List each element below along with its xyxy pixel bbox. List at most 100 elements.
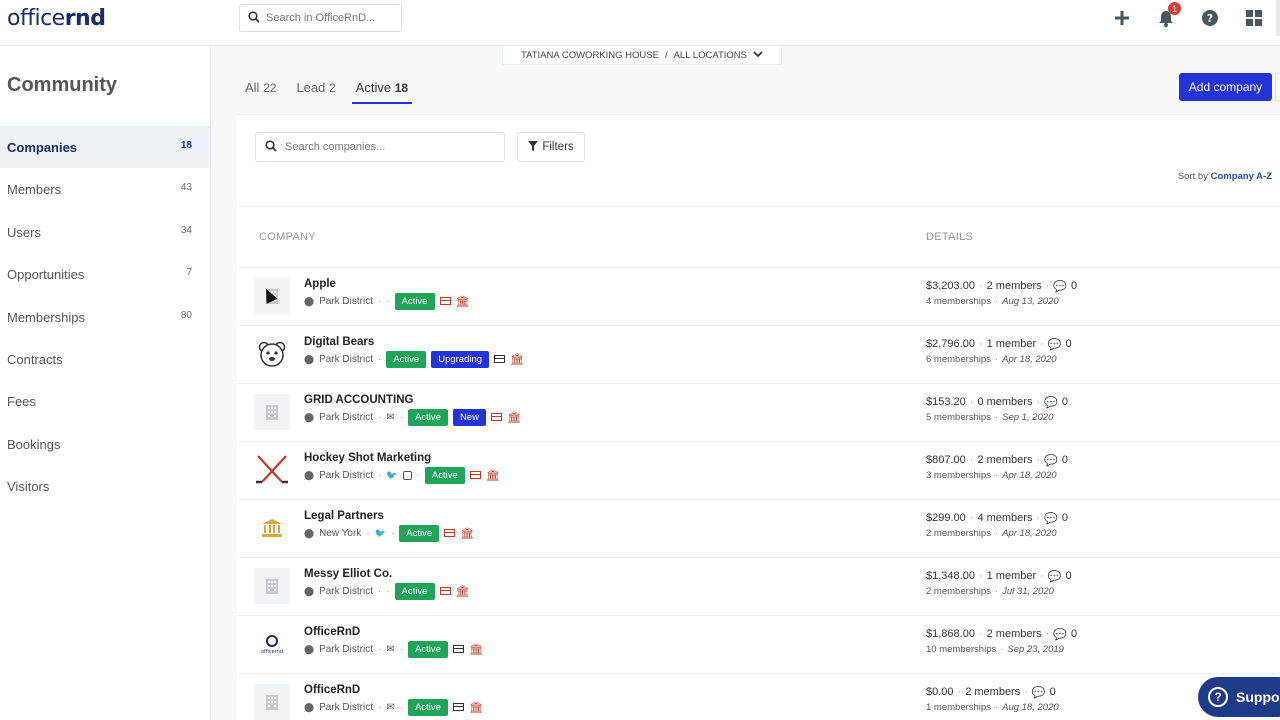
bell-icon[interactable]: 1 bbox=[1144, 0, 1188, 36]
company-name[interactable]: GRID ACCOUNTING bbox=[304, 394, 413, 406]
separator-dot: · bbox=[399, 701, 404, 713]
bear-logo-icon bbox=[254, 336, 290, 372]
map-pin-icon: ⬤ bbox=[304, 585, 315, 596]
companies-search-input[interactable] bbox=[285, 141, 485, 153]
sidebar-item-memberships[interactable]: Memberships 80 bbox=[0, 296, 210, 338]
column-header-details: DETAILS bbox=[926, 231, 974, 243]
courthouse-logo-icon bbox=[254, 510, 290, 546]
bank-icon: 🏛 bbox=[510, 353, 525, 366]
credit-card-icon bbox=[439, 297, 451, 305]
sidebar-item-companies[interactable]: Companies 18 bbox=[0, 126, 210, 168]
column-header-company[interactable]: COMPANY bbox=[259, 231, 316, 243]
company-meta: ⬤ Park District · · Active 🏛 bbox=[304, 582, 470, 600]
company-members[interactable]: 4 members bbox=[977, 512, 1032, 525]
comments-icon: 💬 bbox=[1053, 629, 1068, 641]
company-name[interactable]: Legal Partners bbox=[304, 510, 384, 522]
email-icon[interactable]: ✉ bbox=[386, 412, 394, 423]
table-row[interactable]: OfficeRnD ⬤ Park District · ✉ · Active 🏛… bbox=[237, 673, 1280, 720]
email-icon[interactable]: ✉ bbox=[386, 644, 394, 655]
location-separator: / bbox=[664, 49, 668, 61]
table-row[interactable]: GRID ACCOUNTING ⬤ Park District · ✉ · Ac… bbox=[237, 383, 1280, 441]
company-subdetails: 4 memberships · Aug 13, 2020 bbox=[926, 296, 1059, 307]
bank-icon: 🏛 bbox=[455, 295, 470, 308]
company-name[interactable]: Digital Bears bbox=[304, 336, 374, 348]
company-name[interactable]: OfficeRnD bbox=[304, 626, 360, 638]
tab-lead[interactable]: Lead 2 bbox=[296, 80, 335, 104]
company-members[interactable]: 2 members bbox=[977, 454, 1032, 467]
comments-icon: 💬 bbox=[1047, 339, 1062, 351]
location-coworking: TATIANA COWORKING HOUSE bbox=[521, 49, 659, 61]
top-bar: officernd 1 ? bbox=[0, 0, 1280, 46]
tab-label: Active bbox=[355, 80, 392, 95]
tab-count: 22 bbox=[263, 81, 277, 95]
sidebar: Community Companies 18 Members 43 Users … bbox=[0, 46, 211, 720]
sidebar-item-users[interactable]: Users 34 bbox=[0, 211, 210, 253]
sidebar-item-opportunities[interactable]: Opportunities 7 bbox=[0, 253, 210, 295]
sidebar-item-label: Members bbox=[7, 181, 62, 197]
company-members[interactable]: 2 members bbox=[987, 280, 1042, 293]
company-members[interactable]: 1 member bbox=[987, 338, 1037, 351]
table-row[interactable]: Apple ⬤ Park District · · Active 🏛 $3,20… bbox=[237, 267, 1280, 325]
chevron-down-icon bbox=[753, 50, 763, 61]
table-row[interactable]: Hockey Shot Marketing ⬤ Park District · … bbox=[237, 441, 1280, 499]
filters-button[interactable]: Filters bbox=[517, 132, 585, 162]
officernd-logo[interactable]: officernd bbox=[7, 6, 106, 31]
company-amount: $1,868.00 bbox=[926, 628, 975, 640]
company-details: $153.20 · 0 members · 💬 0 bbox=[926, 396, 1068, 409]
company-members[interactable]: 2 members bbox=[987, 628, 1042, 641]
company-name[interactable]: Messy Elliot Co. bbox=[304, 568, 392, 580]
tab-all[interactable]: All 22 bbox=[245, 80, 276, 104]
comments-icon: 💬 bbox=[1044, 455, 1058, 467]
instagram-icon[interactable] bbox=[402, 470, 412, 480]
company-name[interactable]: OfficeRnD bbox=[304, 684, 360, 696]
companies-search[interactable] bbox=[255, 132, 505, 162]
twitter-icon[interactable]: 🐦 bbox=[386, 470, 397, 481]
twitter-icon[interactable]: 🐦 bbox=[375, 528, 386, 539]
company-meta: ⬤ Park District · ✉ · Active 🏛 bbox=[304, 698, 483, 716]
table-row[interactable]: officernd OfficeRnD ⬤ Park District · ✉ … bbox=[237, 615, 1280, 673]
tab-active[interactable]: Active 18 bbox=[351, 80, 413, 104]
location-scope: ALL LOCATIONS bbox=[673, 49, 747, 61]
table-row[interactable]: Digital Bears ⬤ Park District · Active U… bbox=[237, 325, 1280, 383]
plus-icon[interactable] bbox=[1100, 0, 1144, 36]
credit-card-icon bbox=[439, 587, 451, 595]
sidebar-item-label: Visitors bbox=[7, 478, 50, 494]
location-selector[interactable]: TATIANA COWORKING HOUSE / ALL LOCATIONS bbox=[502, 46, 782, 65]
filters-label: Filters bbox=[542, 141, 574, 153]
company-details: $299.00 · 4 members · 💬 0 bbox=[926, 512, 1068, 525]
sidebar-item-bookings[interactable]: Bookings bbox=[0, 423, 210, 465]
company-details: $0.00 · 2 members · 💬 0 bbox=[926, 686, 1056, 699]
sort-value[interactable]: Company A-Z bbox=[1211, 171, 1272, 182]
bank-icon: 🏛 bbox=[506, 411, 521, 424]
apps-grid-icon[interactable] bbox=[1232, 0, 1276, 36]
company-members[interactable]: 0 members bbox=[977, 396, 1032, 409]
table-row[interactable]: Messy Elliot Co. ⬤ Park District · · Act… bbox=[237, 557, 1280, 615]
company-memberships: 6 memberships bbox=[926, 354, 991, 365]
global-search-input[interactable] bbox=[266, 12, 396, 24]
company-name[interactable]: Apple bbox=[304, 278, 336, 290]
table-row[interactable]: Legal Partners ⬤ New York · 🐦 · Active 🏛… bbox=[237, 499, 1280, 557]
company-memberships: 2 memberships bbox=[926, 586, 991, 597]
bank-icon: 🏛 bbox=[468, 643, 483, 656]
sidebar-item-visitors[interactable]: Visitors bbox=[0, 465, 210, 507]
sidebar-item-fees[interactable]: Fees bbox=[0, 380, 210, 422]
sort-control[interactable]: Sort by Company A-Z bbox=[1178, 171, 1272, 182]
sidebar-item-contracts[interactable]: Contracts bbox=[0, 338, 210, 380]
company-name[interactable]: Hockey Shot Marketing bbox=[304, 452, 431, 464]
company-amount: $807.00 bbox=[926, 454, 966, 466]
help-icon[interactable]: ? bbox=[1188, 0, 1232, 36]
credit-card-icon bbox=[494, 355, 506, 363]
sidebar-item-label: Contracts bbox=[7, 351, 63, 367]
company-members[interactable]: 1 member bbox=[987, 570, 1037, 583]
sidebar-item-members[interactable]: Members 43 bbox=[0, 168, 210, 210]
add-company-button[interactable]: Add company bbox=[1179, 73, 1272, 101]
upgrading-badge: Upgrading bbox=[431, 350, 490, 368]
company-date: Aug 13, 2020 bbox=[1002, 296, 1059, 307]
company-members[interactable]: 2 members bbox=[965, 686, 1020, 699]
comments-icon: 💬 bbox=[1047, 571, 1062, 583]
global-search[interactable] bbox=[239, 4, 402, 32]
more-actions-button[interactable] bbox=[1275, 73, 1280, 101]
support-button[interactable]: ? Suppo bbox=[1198, 677, 1280, 717]
email-icon[interactable]: ✉ bbox=[386, 702, 394, 713]
hockey-sticks-logo-icon bbox=[254, 452, 290, 488]
